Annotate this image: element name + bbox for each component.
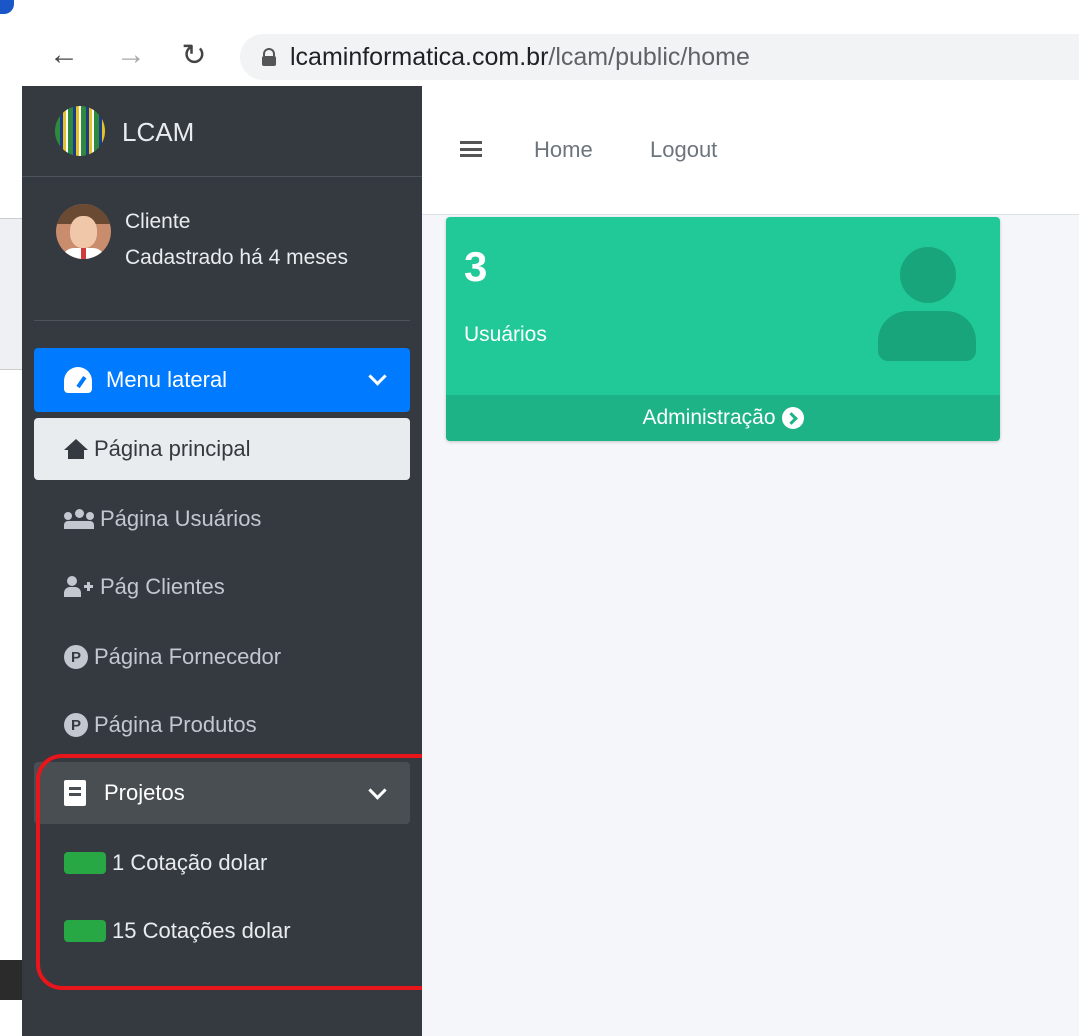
browser-toolbar: ← → ↻ lcaminformatica.com.br/lcam/public… — [22, 0, 1079, 86]
reload-button[interactable]: ↻ — [177, 38, 211, 72]
sidebar-item-pagina-produtos[interactable]: P Página Produtos — [34, 694, 410, 756]
green-badge-icon — [64, 852, 106, 874]
user-panel: Cliente Cadastrado há 4 meses — [34, 196, 410, 321]
sidebar-item-label: Menu lateral — [106, 367, 228, 392]
users-label: Usuários — [464, 323, 547, 346]
url-text[interactable]: lcaminformatica.com.br/lcam/public/home — [290, 43, 750, 72]
sidebar-item-label: Página Fornecedor — [94, 644, 282, 669]
sidebar-item-label: Projetos — [104, 780, 185, 805]
adjacent-window-panel — [0, 218, 22, 370]
p-circle-icon: P — [64, 713, 88, 737]
sidebar-item-pagina-usuarios[interactable]: Página Usuários — [34, 488, 410, 550]
sidebar-item-label: Pág Clientes — [100, 574, 225, 599]
sidebar-item-label: 1 Cotação dolar — [112, 850, 268, 875]
home-icon — [64, 438, 88, 459]
users-info-box: 3 Usuários Administração — [446, 217, 1000, 441]
url-path: /lcam/public/home — [548, 42, 750, 71]
p-circle-icon: P — [64, 645, 88, 669]
hamburger-menu-icon[interactable] — [460, 141, 482, 157]
address-bar[interactable]: lcaminformatica.com.br/lcam/public/home — [240, 34, 1079, 80]
brand-name: LCAM — [122, 117, 195, 147]
adjacent-window-edge — [0, 0, 23, 1036]
sidebar-item-projetos[interactable]: Projetos — [34, 762, 410, 824]
user-icon — [878, 247, 976, 361]
sidebar-item-cotacao-dolar[interactable]: 1 Cotação dolar — [34, 832, 410, 894]
top-navbar: Home Logout — [422, 86, 1079, 215]
arrow-circle-right-icon — [781, 407, 804, 429]
tachometer-icon — [64, 367, 92, 393]
sidebar: LCAM Cliente Cadastrado há 4 meses Menu … — [22, 86, 422, 1036]
adjacent-window-panel-dark — [0, 960, 22, 1000]
forward-button[interactable]: → — [114, 38, 148, 72]
lock-icon[interactable] — [262, 48, 276, 66]
sidebar-item-15-cotacoes-dolar[interactable]: 15 Cotações dolar — [34, 900, 410, 962]
sidebar-item-label: 15 Cotações dolar — [112, 918, 291, 943]
users-count: 3 — [464, 243, 488, 290]
navbar-home-link[interactable]: Home — [534, 137, 593, 163]
administracao-label: Administração — [642, 406, 776, 429]
sidebar-item-label: Página Usuários — [100, 506, 262, 531]
sidebar-item-pagina-principal[interactable]: Página principal — [34, 418, 410, 480]
back-button[interactable]: ← — [47, 38, 81, 72]
green-badge-icon — [64, 920, 106, 942]
brand-logo-icon — [55, 106, 105, 156]
sidebar-item-label: Página principal — [94, 436, 251, 461]
chevron-down-icon — [368, 367, 387, 386]
brand-link[interactable]: LCAM — [22, 86, 422, 177]
user-plus-icon — [64, 576, 94, 598]
sidebar-item-menu-lateral[interactable]: Menu lateral — [34, 348, 410, 412]
sidebar-item-label: Página Produtos — [94, 712, 257, 737]
administracao-link[interactable]: Administração — [446, 395, 1000, 441]
avatar — [56, 204, 111, 259]
sidebar-item-pagina-fornecedor[interactable]: P Página Fornecedor — [34, 626, 410, 688]
sidebar-item-pag-clientes[interactable]: Pág Clientes — [34, 556, 410, 618]
users-icon — [64, 509, 94, 529]
navbar-logout-link[interactable]: Logout — [650, 137, 717, 163]
content-area: 3 Usuários Administração — [422, 215, 1079, 1036]
adjacent-window-decoration — [0, 0, 14, 14]
chevron-down-icon — [368, 781, 387, 800]
user-registered-since: Cadastrado há 4 meses — [125, 246, 348, 269]
book-icon — [64, 780, 86, 806]
url-host: lcaminformatica.com.br — [290, 42, 549, 71]
user-name[interactable]: Cliente — [125, 210, 190, 234]
